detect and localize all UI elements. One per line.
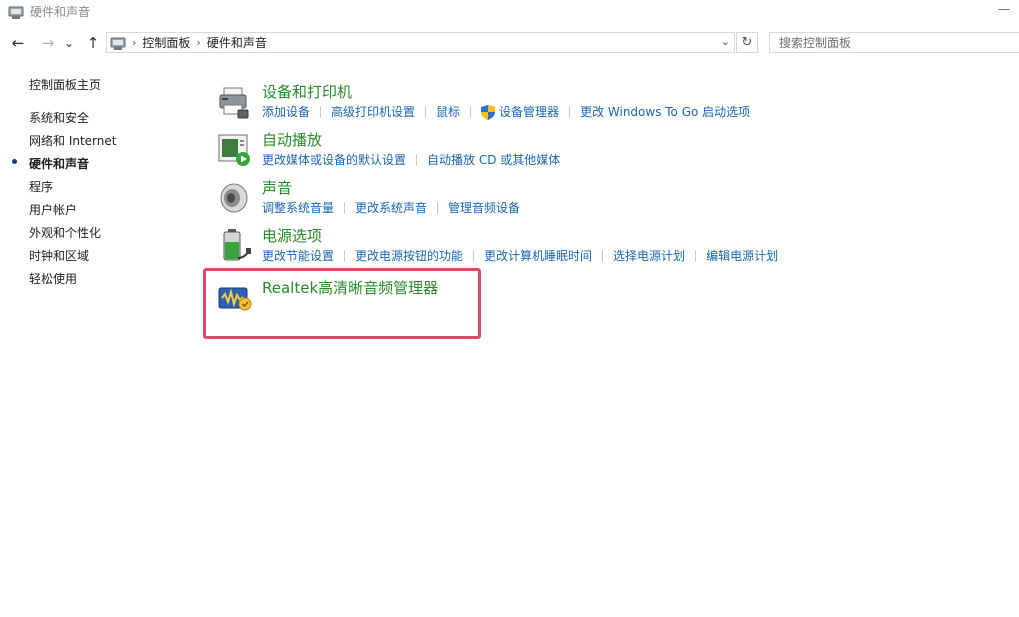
link-change-media-defaults[interactable]: 更改媒体或设备的默认设置: [262, 152, 406, 168]
printer-icon: [219, 87, 249, 119]
link-divider: [320, 106, 322, 118]
navigation-bar: ← → ⌄ ↑ › 控制面板 › 硬件和声音 ⌄ ↻: [0, 28, 1019, 58]
highlight-box: [203, 268, 481, 339]
forward-button[interactable]: →: [38, 32, 58, 54]
minimize-button[interactable]: —: [997, 2, 1011, 16]
link-mouse[interactable]: 鼠标: [436, 104, 460, 120]
link-divider: [344, 202, 346, 214]
category-title[interactable]: 电源选项: [262, 226, 322, 246]
link-manage-audio-devices[interactable]: 管理音频设备: [448, 200, 520, 216]
link-adjust-volume[interactable]: 调整系统音量: [262, 200, 334, 216]
recent-locations-button[interactable]: ⌄: [62, 32, 76, 54]
link-choose-power-plan[interactable]: 选择电源计划: [613, 248, 685, 264]
category-title[interactable]: 设备和打印机: [262, 82, 352, 102]
link-divider: [602, 250, 604, 262]
link-divider: [473, 250, 475, 262]
sidebar-item-network-internet[interactable]: 网络和 Internet: [29, 133, 116, 149]
link-edit-power-plan[interactable]: 编辑电源计划: [706, 248, 778, 264]
link-divider: [425, 106, 427, 118]
uac-shield-icon: [481, 104, 496, 120]
address-bar[interactable]: › 控制面板 › 硬件和声音 ⌄: [106, 32, 735, 53]
active-indicator-icon: [12, 159, 17, 164]
link-windows-to-go-options[interactable]: 更改 Windows To Go 启动选项: [580, 104, 750, 120]
control-panel-icon: [8, 6, 24, 19]
title-bar: 硬件和声音 —: [0, 0, 1019, 24]
breadcrumb-control-panel[interactable]: 控制面板: [142, 34, 190, 51]
breadcrumb-hardware-and-sound[interactable]: 硬件和声音: [207, 34, 267, 51]
link-device-manager[interactable]: 设备管理器: [499, 104, 559, 120]
link-advanced-printer-setup[interactable]: 高级打印机设置: [331, 104, 415, 120]
sidebar-item-ease-of-access[interactable]: 轻松使用: [29, 271, 77, 287]
sidebar-item-user-accounts[interactable]: 用户帐户: [29, 202, 77, 218]
up-button[interactable]: ↑: [83, 32, 103, 54]
sidebar-item-system-security[interactable]: 系统和安全: [29, 110, 89, 126]
window-title: 硬件和声音: [30, 5, 91, 19]
search-input[interactable]: [769, 32, 1019, 53]
link-add-device[interactable]: 添加设备: [262, 104, 310, 120]
link-divider: [416, 154, 418, 166]
category-title[interactable]: 声音: [262, 178, 292, 198]
sidebar-item-appearance[interactable]: 外观和个性化: [29, 225, 101, 241]
battery-icon: [223, 229, 251, 261]
speaker-icon: [220, 183, 248, 213]
link-divider: [344, 250, 346, 262]
link-divider: [569, 106, 571, 118]
autoplay-icon: [218, 134, 250, 166]
link-change-power-saving[interactable]: 更改节能设置: [262, 248, 334, 264]
sidebar-item-clock-region[interactable]: 时钟和区域: [29, 248, 89, 264]
back-button[interactable]: ←: [8, 32, 28, 54]
sidebar-item-home[interactable]: 控制面板主页: [29, 77, 101, 93]
sidebar-item-programs[interactable]: 程序: [29, 179, 53, 195]
category-links: 更改节能设置 更改电源按钮的功能 更改计算机睡眠时间 选择电源计划 编辑电源计划: [262, 248, 778, 264]
link-divider: [437, 202, 439, 214]
link-divider: [470, 106, 472, 118]
category-title[interactable]: 自动播放: [262, 130, 322, 150]
link-autoplay-cd[interactable]: 自动播放 CD 或其他媒体: [427, 152, 560, 168]
control-panel-icon: [110, 37, 126, 50]
refresh-button[interactable]: ↻: [736, 32, 758, 53]
category-links: 添加设备 高级打印机设置 鼠标 设备管理器 更改 Windows To Go 启…: [262, 104, 750, 120]
link-change-system-sounds[interactable]: 更改系统声音: [355, 200, 427, 216]
link-power-button-function[interactable]: 更改电源按钮的功能: [355, 248, 463, 264]
category-links: 调整系统音量 更改系统声音 管理音频设备: [262, 200, 520, 216]
link-sleep-time[interactable]: 更改计算机睡眠时间: [484, 248, 592, 264]
category-links: 更改媒体或设备的默认设置 自动播放 CD 或其他媒体: [262, 152, 560, 168]
breadcrumb-separator-icon[interactable]: ›: [132, 36, 136, 49]
breadcrumb-separator-icon[interactable]: ›: [196, 36, 200, 49]
address-dropdown-icon[interactable]: ⌄: [721, 35, 730, 48]
sidebar-item-hardware-sound[interactable]: 硬件和声音: [29, 156, 89, 172]
link-divider: [695, 250, 697, 262]
